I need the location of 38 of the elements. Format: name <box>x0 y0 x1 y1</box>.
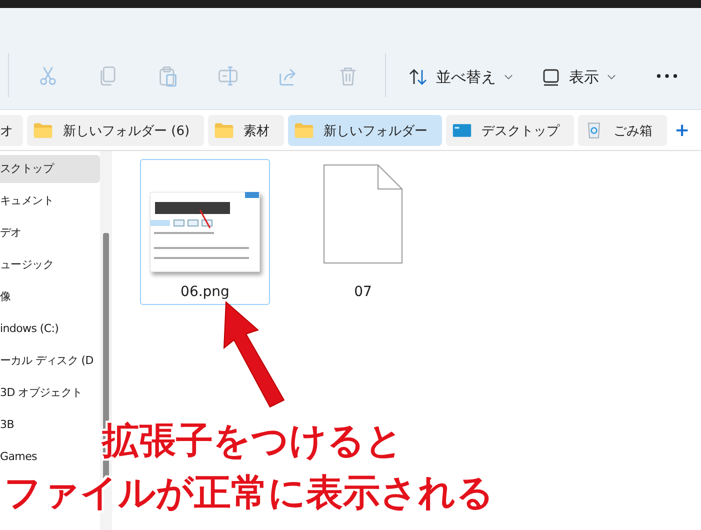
rename-icon[interactable] <box>217 65 239 87</box>
bookmark-item[interactable]: オ <box>0 115 23 146</box>
view-icon <box>541 67 561 87</box>
caption-text: ファイルが正常に表示される <box>4 470 494 516</box>
sidebar-item[interactable]: 3D オブジェクト <box>0 379 100 407</box>
caption-text: 拡張子をつけると <box>102 418 403 464</box>
sidebar-item[interactable]: キュメント <box>0 187 100 215</box>
file-name: 06.png <box>180 284 230 300</box>
bookmark-item[interactable]: ごみ箱 <box>578 115 667 146</box>
sidebar-item[interactable]: ーカル ディスク (D <box>0 347 100 375</box>
folder-icon <box>214 122 234 139</box>
sidebar-item[interactable]: Games <box>0 443 100 471</box>
desktop-icon <box>452 122 472 139</box>
more-icon[interactable] <box>656 73 678 79</box>
bookmark-item[interactable]: 新しいフォルダー <box>288 115 442 146</box>
bookmark-item[interactable]: 新しいフォルダー (6) <box>27 115 204 146</box>
sidebar-item[interactable]: indows (C:) <box>0 315 100 343</box>
file-name: 07 <box>354 284 372 300</box>
cut-icon[interactable] <box>37 65 59 87</box>
chevron-icon <box>504 74 513 80</box>
sidebar-item[interactable]: スクトップ <box>0 155 100 183</box>
sort-icon <box>408 67 428 87</box>
sidebar-item[interactable]: デオ <box>0 219 100 247</box>
view-button[interactable]: 表示 <box>529 67 628 101</box>
file-item[interactable]: 07 <box>298 159 428 305</box>
sidebar-item[interactable]: 3B <box>0 411 100 439</box>
sidebar-item[interactable]: 像 <box>0 283 100 311</box>
folder-icon <box>294 122 314 139</box>
blank-file-icon <box>323 164 403 264</box>
file-item[interactable]: 06.png <box>140 159 270 305</box>
paste-icon[interactable] <box>157 65 179 87</box>
chevron-icon <box>607 74 616 80</box>
sidebar-item[interactable]: ュージック <box>0 251 100 279</box>
bookmark-item[interactable]: 素材 <box>208 115 284 146</box>
add-button[interactable]: + <box>670 115 694 146</box>
sort-button[interactable]: 並べ替え <box>396 67 525 101</box>
folder-icon <box>33 122 53 139</box>
bookmark-item[interactable]: デスクトップ <box>446 115 574 146</box>
